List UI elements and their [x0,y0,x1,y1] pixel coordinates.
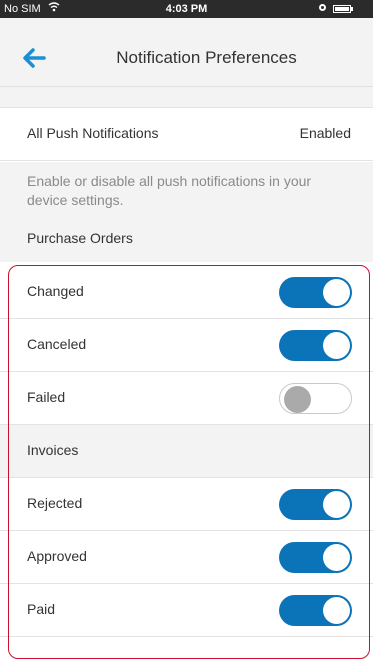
paid-toggle[interactable] [279,595,352,626]
battery-icon [333,5,351,13]
settings-note-text: Enable or disable all push notifications… [27,173,312,208]
toggle-label: Approved [27,548,87,564]
toggle-label: Rejected [27,495,83,511]
toggle-knob [323,332,350,359]
section-header-purchase-orders: Purchase Orders [27,230,133,246]
toggle-row-canceled: Canceled [0,319,373,372]
changed-toggle[interactable] [279,277,352,308]
push-notifications-status: Enabled [299,125,351,141]
canceled-toggle[interactable] [279,330,352,361]
settings-note: Enable or disable all push notifications… [0,162,373,262]
toggle-label: Failed [27,389,66,405]
back-arrow-icon[interactable] [22,48,46,68]
toggle-row-failed: Failed [0,372,373,425]
section-header-invoices: Invoices [0,425,373,478]
failed-toggle[interactable] [279,383,352,414]
rotation-lock-icon [319,4,326,11]
toggle-row-changed: Changed [0,266,373,319]
page-title: Notification Preferences [116,48,297,67]
toggle-knob [323,491,350,518]
toggle-row-approved: Approved [0,531,373,584]
rejected-toggle[interactable] [279,489,352,520]
toggle-knob [323,544,350,571]
toggle-knob [284,386,311,413]
approved-toggle[interactable] [279,542,352,573]
push-notifications-row: All Push Notifications Enabled [0,108,373,161]
toggle-label: Changed [27,283,84,299]
toggle-knob [323,279,350,306]
toggle-row-rejected: Rejected [0,478,373,531]
toggle-row-paid: Paid [0,584,373,637]
clock-time: 4:03 PM [165,3,208,15]
battery-tip [351,7,353,11]
status-bar: No SIM 4:03 PM [0,0,373,18]
section-title: Invoices [27,442,79,458]
toggle-knob [323,597,350,624]
nav-bar: Notification Preferences [0,18,373,87]
header-spacer [0,87,373,108]
toggle-label: Canceled [27,336,87,352]
push-notifications-label: All Push Notifications [27,125,159,141]
toggle-label: Paid [27,601,56,617]
